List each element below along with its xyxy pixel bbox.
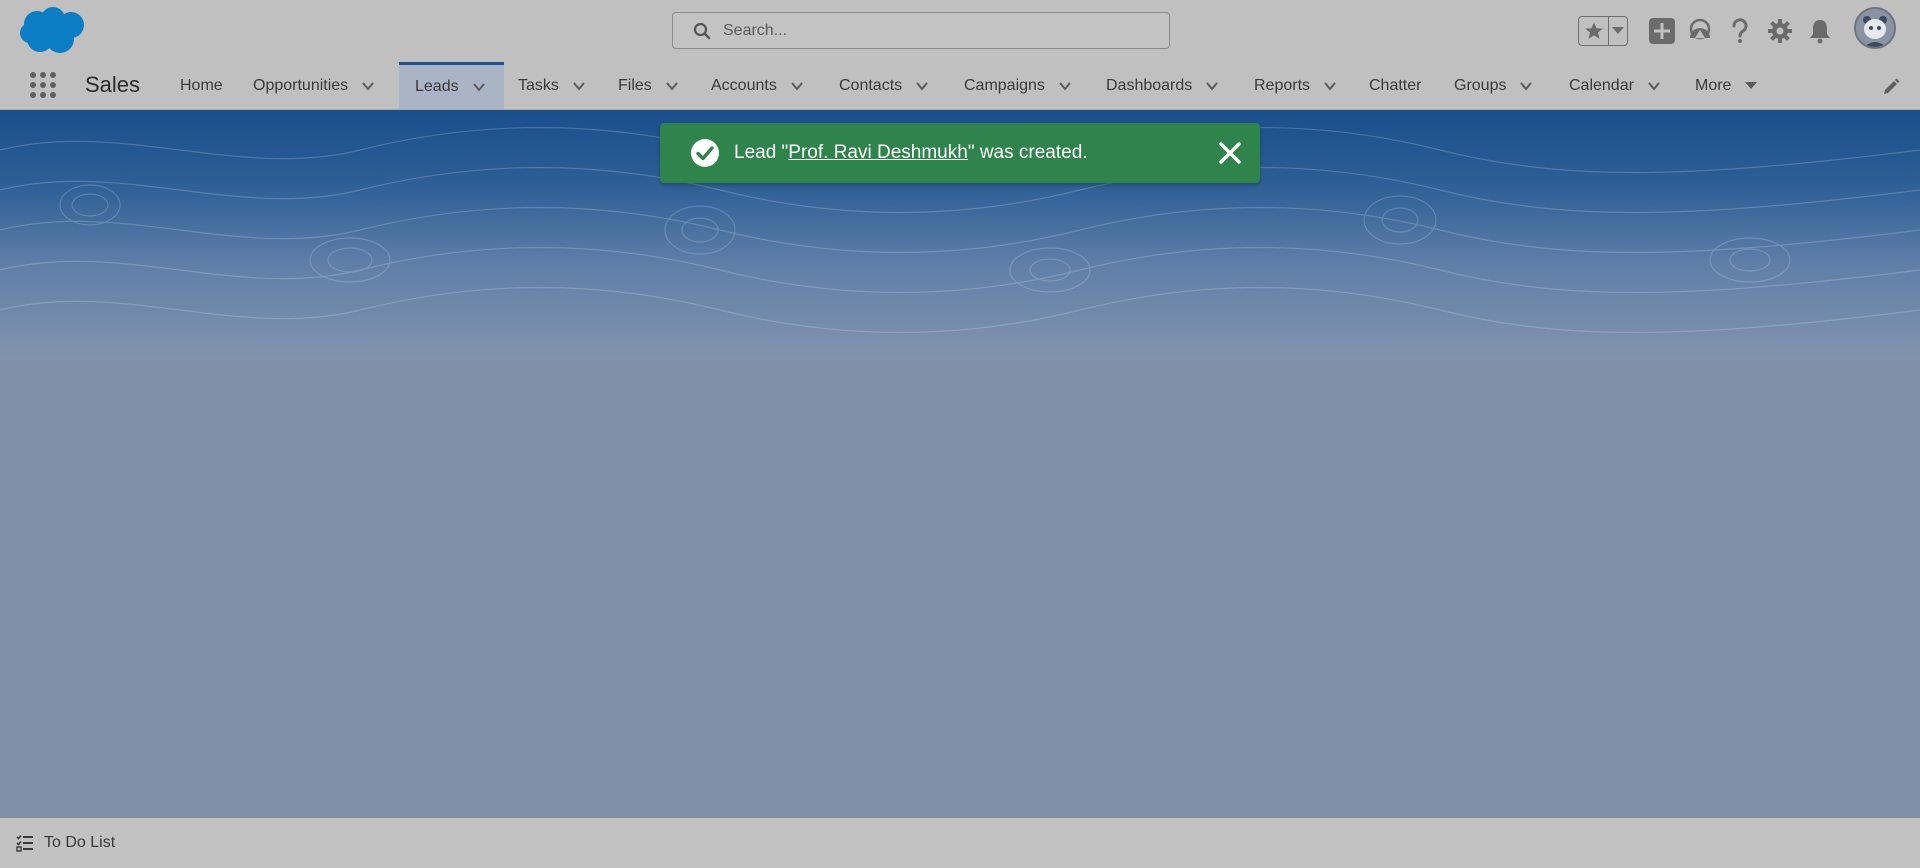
notifications-button[interactable] <box>1806 17 1834 45</box>
to-do-list-button[interactable]: To Do List <box>16 834 115 852</box>
chevron-down-icon[interactable] <box>914 78 930 94</box>
task-list-icon <box>16 834 33 852</box>
help-icon <box>1732 18 1748 43</box>
app-name: Sales <box>85 72 141 97</box>
nav-item-leads[interactable]: Leads <box>399 62 504 109</box>
nav-item-opportunities[interactable]: Opportunities <box>253 62 376 109</box>
gear-icon <box>1768 19 1792 43</box>
nav-item-files[interactable]: Files <box>618 62 680 109</box>
favorites-list-button[interactable] <box>1609 17 1627 45</box>
caret-down-icon <box>1612 27 1624 34</box>
search-icon <box>693 22 711 39</box>
nav-item-home[interactable]: Home <box>180 62 223 109</box>
favorites-button[interactable] <box>1579 17 1609 45</box>
nav-item-groups[interactable]: Groups <box>1454 62 1534 109</box>
chevron-down-icon[interactable] <box>1322 78 1338 94</box>
nav-item-chatter[interactable]: Chatter <box>1369 62 1421 109</box>
nav-item-label: Files <box>618 76 652 94</box>
global-header <box>0 0 1920 62</box>
chevron-down-icon[interactable] <box>471 79 487 95</box>
chevron-down-icon[interactable] <box>571 78 587 94</box>
app-launcher-icon[interactable] <box>28 70 58 100</box>
lead-record-link[interactable]: Prof. Ravi Deshmukh <box>788 142 968 163</box>
nav-item-label: Reports <box>1254 76 1311 94</box>
nav-item-label: Home <box>180 76 223 94</box>
nav-item-more[interactable]: More <box>1695 62 1759 109</box>
bell-icon <box>1810 20 1830 44</box>
favorites-button-group <box>1578 16 1628 46</box>
nav-item-label: Opportunities <box>253 76 349 94</box>
nav-item-label: Groups <box>1454 76 1507 94</box>
toast-message: Lead "Prof. Ravi Deshmukh" was created. <box>734 142 1088 164</box>
close-icon[interactable] <box>1216 139 1244 167</box>
nav-item-tasks[interactable]: Tasks <box>518 62 587 109</box>
chevron-down-icon[interactable] <box>1518 78 1534 94</box>
nav-item-label: Accounts <box>711 76 777 94</box>
nav-item-label: Chatter <box>1369 76 1422 94</box>
to-do-list-label: To Do List <box>44 834 116 851</box>
chevron-down-icon[interactable] <box>1057 78 1073 94</box>
edit-nav-pencil-icon[interactable] <box>1882 78 1900 96</box>
nav-item-dashboards[interactable]: Dashboards <box>1106 62 1220 109</box>
utility-bar: To Do List <box>0 817 1920 868</box>
trailhead-icon <box>1689 18 1711 40</box>
caret-down-icon <box>1745 81 1758 89</box>
nav-item-contacts[interactable]: Contacts <box>839 62 930 109</box>
toast-message-suffix: " was created. <box>967 142 1088 163</box>
nav-item-label: Contacts <box>839 76 903 94</box>
global-actions-button[interactable] <box>1648 17 1676 45</box>
nav-item-label: Leads <box>415 78 459 95</box>
salesforce-cloud-logo[interactable] <box>18 6 93 56</box>
nav-item-label: Dashboards <box>1106 76 1193 94</box>
avatar[interactable] <box>1854 7 1896 49</box>
help-button[interactable] <box>1726 17 1754 45</box>
nav-item-reports[interactable]: Reports <box>1254 62 1338 109</box>
nav-item-label: Tasks <box>518 76 559 94</box>
nav-item-calendar[interactable]: Calendar <box>1569 62 1662 109</box>
nav-item-label: Campaigns <box>964 76 1045 94</box>
user-avatar-icon <box>1856 9 1894 47</box>
trailhead-guidance-button[interactable] <box>1686 17 1714 45</box>
chevron-down-icon[interactable] <box>1646 78 1662 94</box>
global-search[interactable] <box>672 12 1170 49</box>
chevron-down-icon[interactable] <box>789 78 805 94</box>
nav-item-accounts[interactable]: Accounts <box>711 62 805 109</box>
success-toast: Lead "Prof. Ravi Deshmukh" was created. <box>660 123 1260 183</box>
navigation-bar: Sales Home Opportunities Leads Tasks Fil… <box>0 62 1920 110</box>
chevron-down-icon[interactable] <box>664 78 680 94</box>
chevron-down-icon[interactable] <box>360 78 376 94</box>
add-icon <box>1649 18 1675 44</box>
setup-button[interactable] <box>1766 17 1794 45</box>
chevron-down-icon[interactable] <box>1204 78 1220 94</box>
nav-item-campaigns[interactable]: Campaigns <box>964 62 1073 109</box>
search-input[interactable] <box>721 20 1145 41</box>
success-check-icon <box>691 139 719 167</box>
star-icon <box>1584 22 1603 39</box>
nav-item-label: More <box>1695 76 1732 94</box>
toast-message-prefix: Lead " <box>734 142 789 163</box>
nav-item-label: Calendar <box>1569 76 1634 94</box>
